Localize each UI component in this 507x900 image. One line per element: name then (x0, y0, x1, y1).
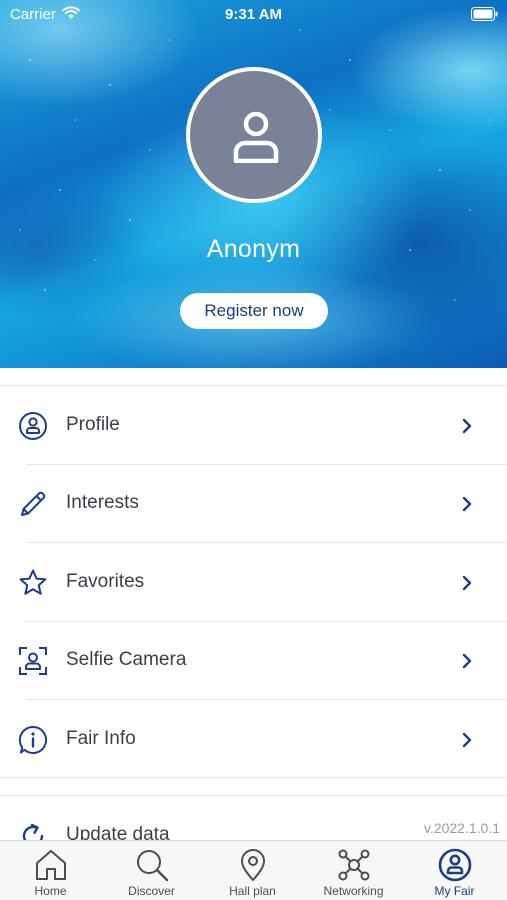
user-circle-icon (19, 412, 47, 440)
chevron-right-icon (462, 418, 472, 434)
search-icon (137, 850, 169, 882)
chevron-right-icon (462, 496, 472, 512)
battery-icon (471, 7, 498, 21)
menu-item-label: Selfie Camera (66, 649, 187, 670)
menu-item-favorites[interactable]: Favorites (0, 543, 507, 621)
status-bar: Carrier 9:31 AM (0, 0, 507, 30)
app-version: v.2022.1.0.1 (423, 820, 500, 836)
map-pin-icon (241, 849, 265, 881)
tab-label: Hall plan (229, 884, 276, 898)
menu-item-profile[interactable]: Profile (0, 386, 507, 464)
chevron-right-icon (462, 732, 472, 748)
user-name: Anonym (206, 235, 301, 263)
menu-item-label: Interests (66, 492, 139, 513)
user-silhouette-icon (233, 111, 279, 163)
avatar[interactable] (186, 67, 322, 203)
chevron-right-icon (462, 575, 472, 591)
chevron-right-icon (462, 653, 472, 669)
register-button[interactable]: Register now (180, 293, 328, 329)
menu-item-label: Profile (66, 414, 120, 435)
menu-item-label: Fair Info (66, 728, 136, 749)
tab-label: My Fair (434, 884, 475, 898)
tab-label: Home (34, 884, 67, 898)
network-icon (338, 849, 370, 881)
status-time: 9:31 AM (225, 6, 282, 23)
menu-item-selfie-camera[interactable]: Selfie Camera (0, 621, 507, 699)
tab-label: Networking (323, 884, 384, 898)
profile-header: Carrier 9:31 AM Anonym Register now (0, 0, 507, 368)
info-icon (18, 725, 48, 754)
home-icon (36, 850, 66, 880)
selfie-camera-icon (19, 647, 47, 675)
menu-item-label: Favorites (66, 571, 145, 592)
menu-item-interests[interactable]: Interests (0, 464, 507, 542)
star-icon (19, 569, 47, 595)
tab-hall-plan[interactable]: Hall plan (202, 841, 303, 900)
menu-item-fair-info[interactable]: Fair Info (0, 700, 507, 778)
tab-home[interactable]: Home (0, 841, 101, 900)
tab-my-fair[interactable]: My Fair (404, 841, 505, 900)
tab-networking[interactable]: Networking (303, 841, 404, 900)
tab-label: Discover (128, 884, 175, 898)
pencil-icon (21, 491, 46, 516)
user-circle-icon (438, 848, 472, 882)
divider (0, 777, 507, 778)
tab-discover[interactable]: Discover (101, 841, 202, 900)
tab-bar: Home Discover Hall plan Networking My Fa… (0, 840, 507, 900)
